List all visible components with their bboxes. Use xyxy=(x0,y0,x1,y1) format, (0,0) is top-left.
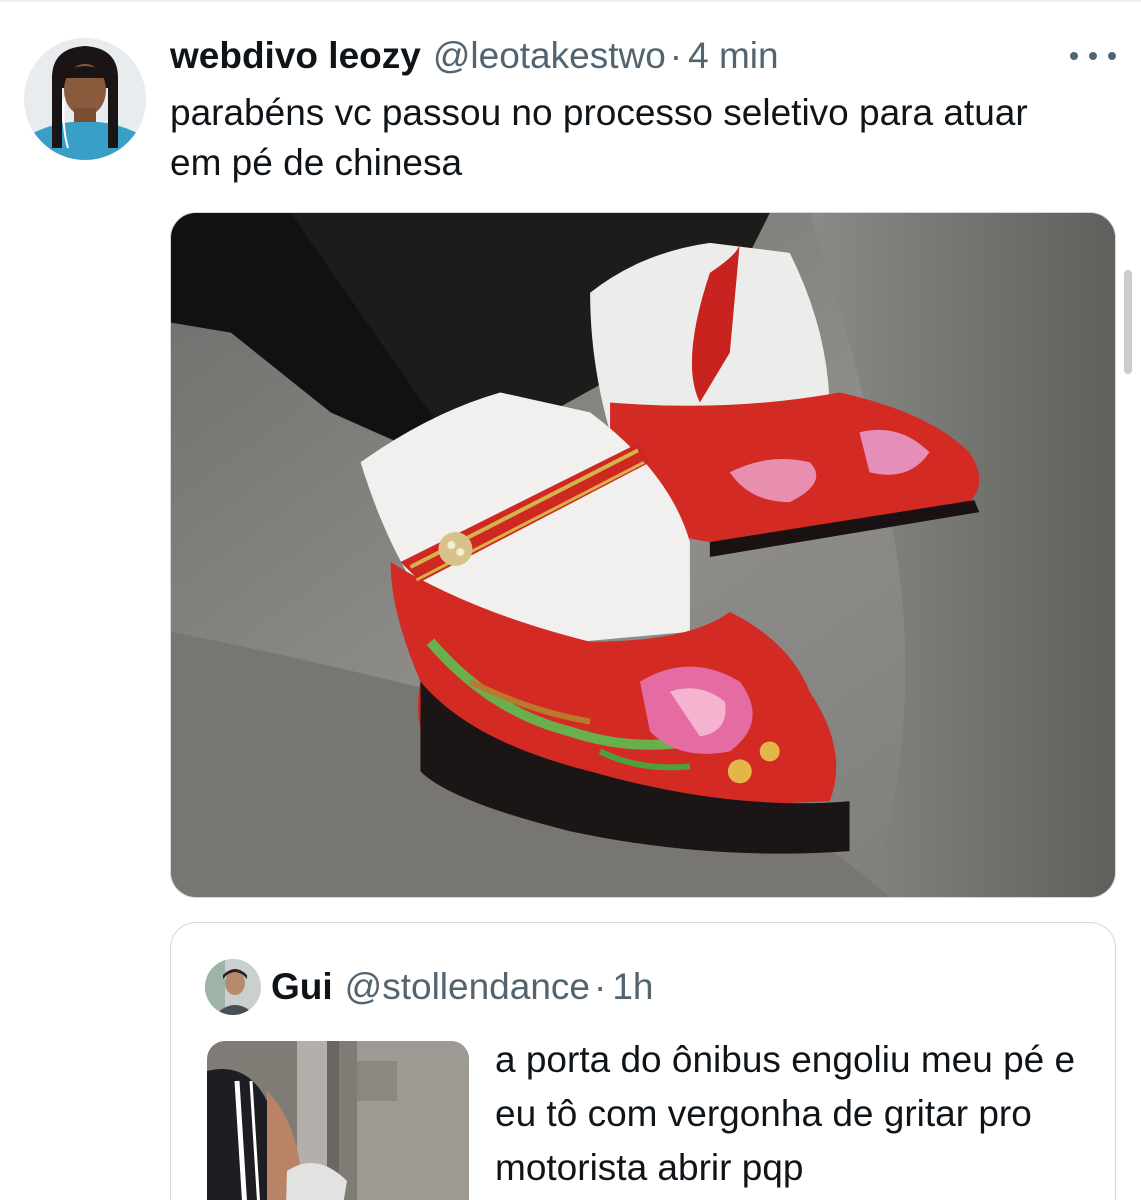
quoted-tweet-text: a porta do ônibus engoliu meu pé e eu tô… xyxy=(495,1039,1076,1188)
quoted-author-name[interactable]: Gui xyxy=(271,966,333,1008)
quoted-tweet-media-thumbnail[interactable] xyxy=(207,1041,469,1200)
author-handle[interactable]: @leotakestwo xyxy=(433,35,666,77)
tweet-header: webdivo leozy @leotakestwo · 4 min xyxy=(170,34,779,78)
tweet-text: parabéns vc passou no processo seletivo … xyxy=(170,92,1028,183)
more-dot xyxy=(1108,52,1116,60)
quoted-author-handle[interactable]: @stollendance xyxy=(345,966,590,1008)
header-separator: · xyxy=(669,35,683,76)
more-dot xyxy=(1070,52,1078,60)
author-avatar[interactable] xyxy=(24,38,146,160)
quoted-tweet-header: Gui @stollendance · 1h xyxy=(271,965,653,1009)
quoted-author-avatar[interactable] xyxy=(205,959,261,1015)
quoted-tweet-timestamp[interactable]: 1h xyxy=(612,966,653,1008)
more-dot xyxy=(1089,52,1097,60)
tweet-media-photo[interactable] xyxy=(170,212,1116,898)
quoted-tweet-card[interactable]: Gui @stollendance · 1h a porta do ônibus… xyxy=(170,922,1116,1200)
scrollbar-thumb[interactable] xyxy=(1124,270,1132,374)
more-options-icon[interactable] xyxy=(1070,44,1116,68)
quoted-header-separator: · xyxy=(594,966,607,1007)
tweet-timestamp[interactable]: 4 min xyxy=(688,35,778,77)
author-name[interactable]: webdivo leozy xyxy=(170,35,421,77)
top-divider xyxy=(0,0,1141,2)
